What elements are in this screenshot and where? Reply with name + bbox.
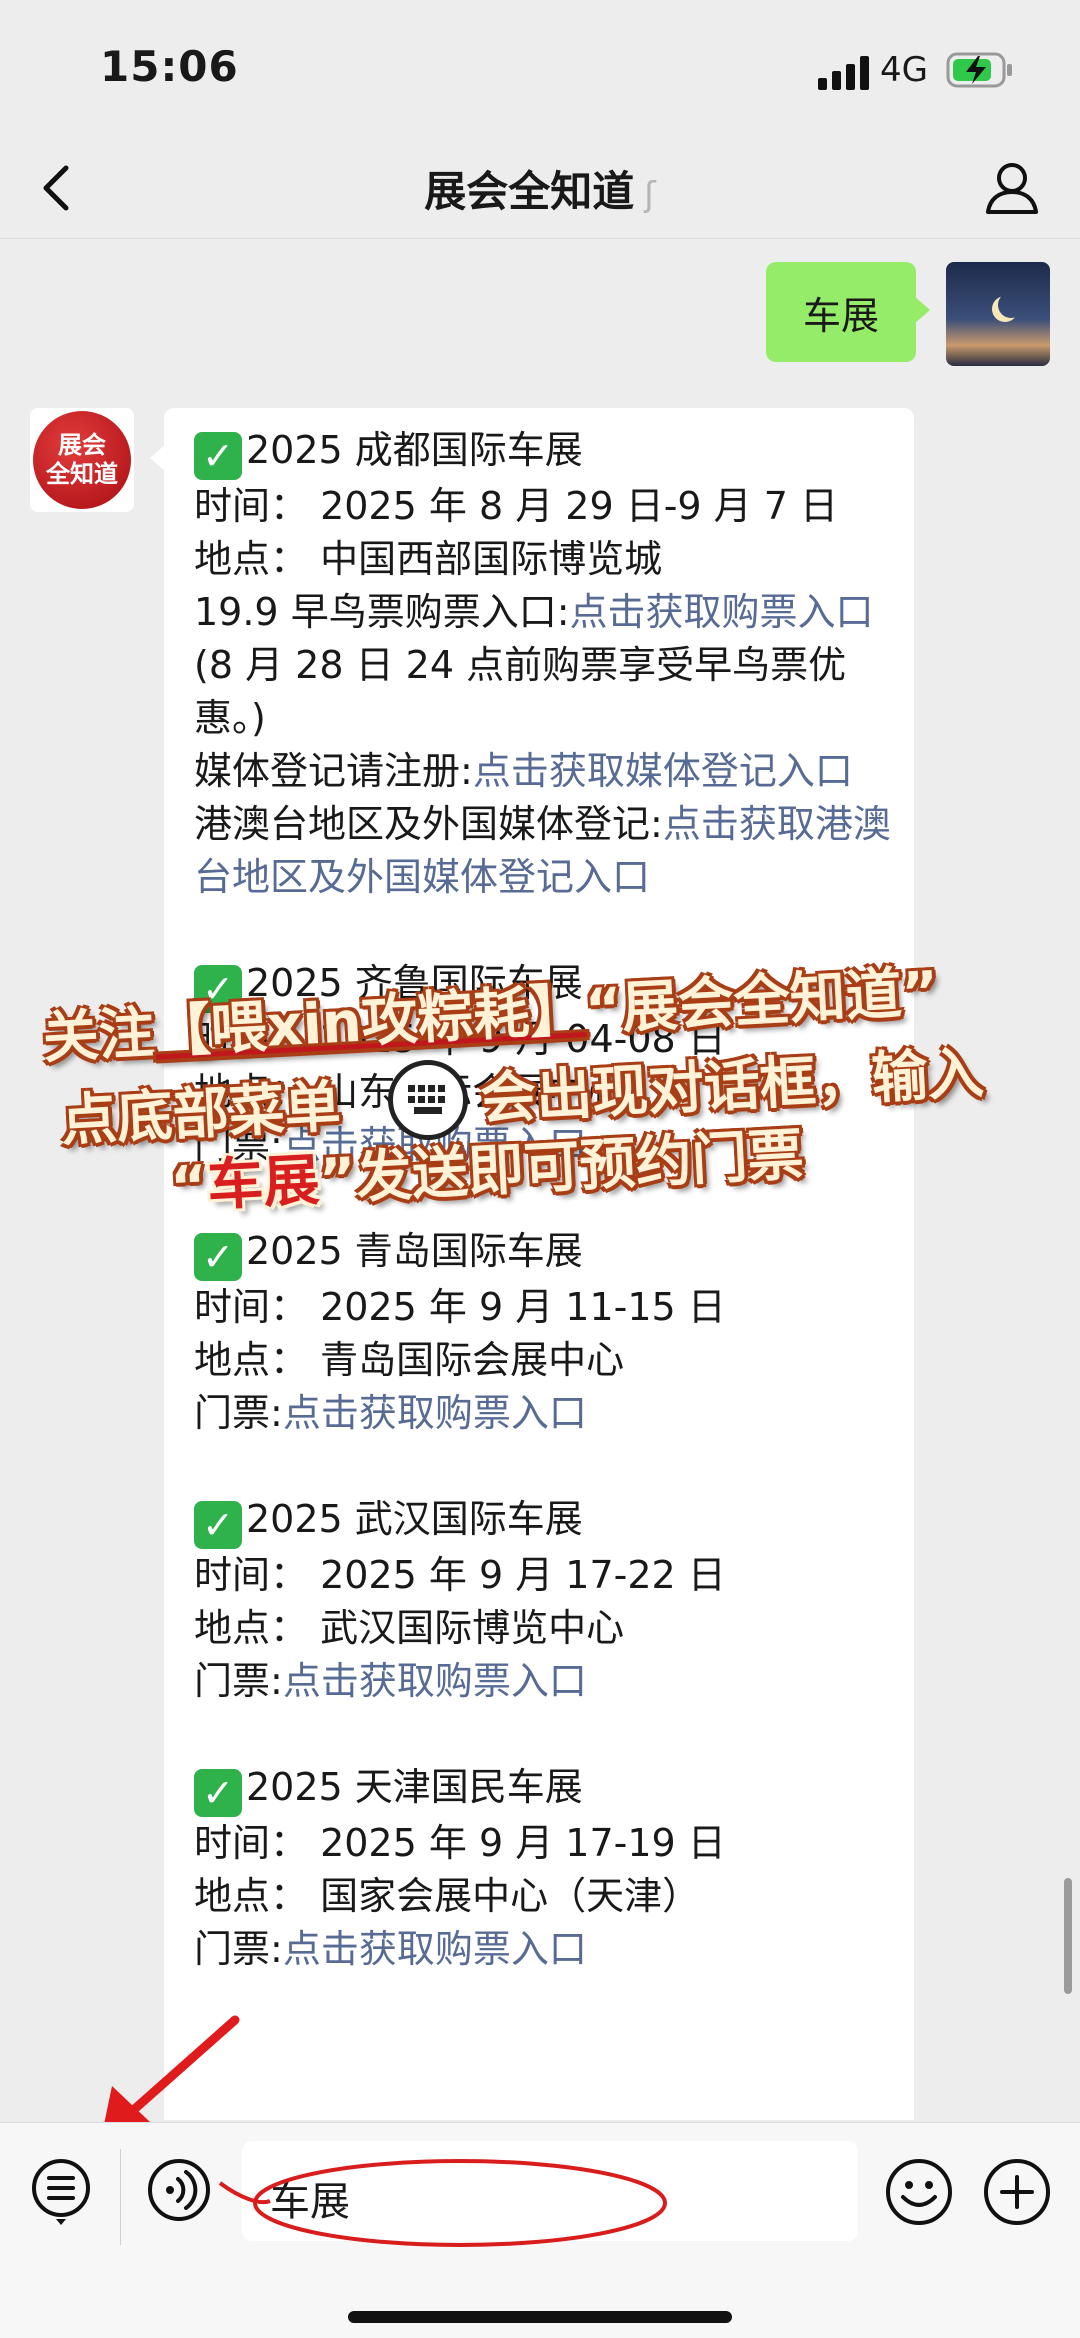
checkmark-icon: ✓ <box>194 965 242 1013</box>
ticket-label: 门票: <box>194 1927 283 1971</box>
menu-icon[interactable] <box>30 2157 92 2227</box>
media-link[interactable]: 点击获取媒体登记入口 <box>473 749 853 793</box>
signal-icon <box>818 56 869 90</box>
event-time: 时间： 2025 年 8 月 29 日-9 月 7 日 <box>194 484 839 528</box>
event-item: ✓ 2025 青岛国际车展 时间： 2025 年 9 月 11-15 日 地点： … <box>194 1225 894 1440</box>
media-label: 媒体登记请注册: <box>194 749 473 793</box>
event-place: 地点： 中国西部国际博览城 <box>194 537 663 581</box>
event-item: ✓ 2025 武汉国际车展 时间： 2025 年 9 月 17-22 日 地点： … <box>194 1493 894 1708</box>
event-title: 2025 青岛国际车展 <box>246 1229 583 1273</box>
home-indicator[interactable] <box>348 2311 732 2323</box>
bot-message-bubble[interactable]: ✓ 2025 成都国际车展 时间： 2025 年 8 月 29 日-9 月 7 日… <box>164 408 914 2120</box>
checkmark-icon: ✓ <box>194 1769 242 1817</box>
network-type: 4G <box>880 50 928 90</box>
profile-icon[interactable] <box>982 158 1042 218</box>
chat-title: 展会全知道 ʃ <box>0 158 1080 219</box>
emoji-icon[interactable] <box>884 2157 954 2227</box>
event-place: 地点： 山东国际会展中心 <box>194 1070 625 1114</box>
moon-icon <box>998 292 1024 318</box>
event-place: 地点： 青岛国际会展中心 <box>194 1338 625 1382</box>
checkmark-icon: ✓ <box>194 1501 242 1549</box>
ear-mode-icon: ʃ <box>644 174 656 215</box>
red-arrow-annotation <box>102 2015 240 2134</box>
event-title: 2025 天津国民车展 <box>246 1765 583 1809</box>
ticket-link[interactable]: 点击获取购票入口 <box>570 590 874 634</box>
input-bar: 车展 <box>0 2122 1080 2338</box>
event-item: ✓ 2025 天津国民车展 时间： 2025 年 9 月 17-19 日 地点： … <box>194 1761 894 1976</box>
ticket-label: 门票: <box>194 1391 283 1435</box>
battery-charging-icon <box>946 52 1012 88</box>
event-title: 2025 齐鲁国际车展 <box>246 961 583 1005</box>
checkmark-icon: ✓ <box>194 432 242 480</box>
my-avatar[interactable] <box>946 262 1050 366</box>
event-time: 时间： 2025 年 9 月 17-22 日 <box>194 1553 726 1597</box>
overlay-text: 关注 <box>41 1000 157 1072</box>
bot-message-content: ✓ 2025 成都国际车展 时间： 2025 年 8 月 29 日-9 月 7 日… <box>194 424 894 2029</box>
event-time: 时间： 2025 年 9 月 04-08 日 <box>194 1017 726 1061</box>
event-item: ✓ 2025 成都国际车展 时间： 2025 年 8 月 29 日-9 月 7 日… <box>194 424 894 904</box>
ticket-link[interactable]: 点击获取购票入口 <box>283 1927 587 1971</box>
event-item: ✓ 2025 齐鲁国际车展 时间： 2025 年 9 月 04-08 日 地点： … <box>194 957 894 1172</box>
ticket-label: 19.9 早鸟票购票入口: <box>194 590 570 634</box>
event-time: 时间： 2025 年 9 月 11-15 日 <box>194 1285 726 1329</box>
chat-title-text: 展会全知道 <box>424 167 635 216</box>
bot-avatar[interactable]: 展会 全知道 <box>30 408 134 512</box>
nav-bar: 展会全知道 ʃ <box>0 140 1080 239</box>
divider <box>120 2149 121 2245</box>
ticket-link[interactable]: 点击获取购票入口 <box>283 1123 587 1167</box>
event-place: 地点： 国家会展中心（天津） <box>194 1874 701 1918</box>
red-circle-annotation <box>218 2159 667 2247</box>
bubble-tail <box>914 296 930 324</box>
scrollbar[interactable] <box>1064 1878 1072 1994</box>
event-place: 地点： 武汉国际博览中心 <box>194 1606 625 1650</box>
my-message-bubble[interactable]: 车展 <box>766 262 916 362</box>
bot-logo-line2: 全知道 <box>46 460 118 488</box>
voice-icon[interactable] <box>146 2157 212 2223</box>
event-time: 时间： 2025 年 9 月 17-19 日 <box>194 1821 726 1865</box>
bot-logo: 展会 全知道 <box>33 411 131 509</box>
my-message-text: 车展 <box>802 293 879 338</box>
ticket-label: 门票: <box>194 1123 283 1167</box>
event-title: 2025 武汉国际车展 <box>246 1497 583 1541</box>
event-title: 2025 成都国际车展 <box>246 428 583 472</box>
plus-icon[interactable] <box>982 2157 1052 2227</box>
status-bar: 15:06 4G <box>0 0 1080 140</box>
ticket-label: 门票: <box>194 1659 283 1703</box>
ticket-link[interactable]: 点击获取购票入口 <box>283 1391 587 1435</box>
ticket-note: (8 月 28 日 24 点前购票享受早鸟票优惠。) <box>194 643 847 740</box>
status-time: 15:06 <box>100 42 239 91</box>
bot-logo-line1: 展会 <box>58 431 106 459</box>
ticket-link[interactable]: 点击获取购票入口 <box>283 1659 587 1703</box>
chat-area[interactable]: 车展 展会 全知道 ✓ 2025 成都国际车展 时间： 2025 年 8 月 29… <box>0 240 1080 2120</box>
checkmark-icon: ✓ <box>194 1233 242 1281</box>
foreign-media-label: 港澳台地区及外国媒体登记: <box>194 802 663 846</box>
